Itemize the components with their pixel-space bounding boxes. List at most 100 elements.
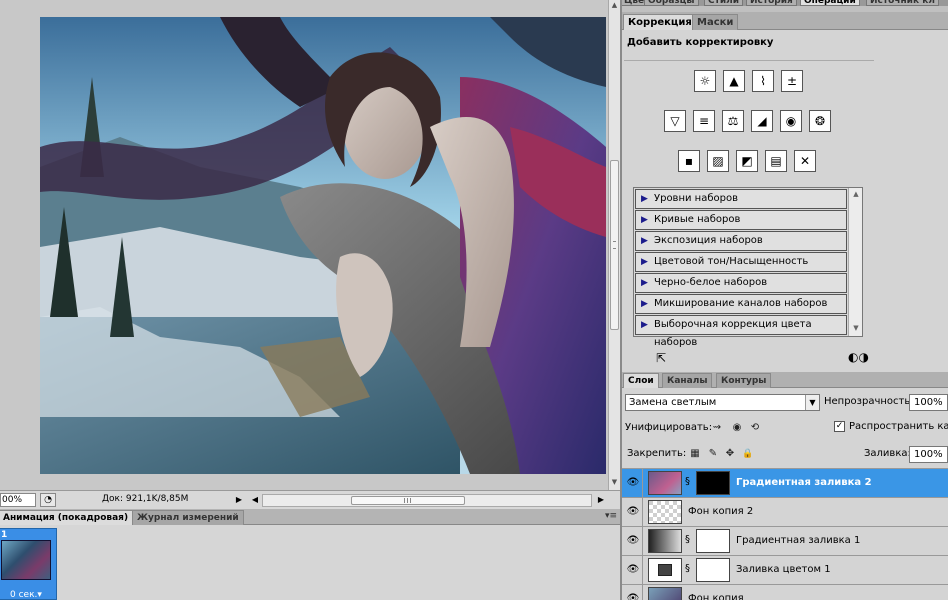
top-tab-2[interactable]: Стили xyxy=(704,0,744,6)
propagate-frame-checkbox[interactable]: ✓ xyxy=(834,421,845,432)
link-icon[interactable]: § xyxy=(685,534,690,545)
photo-filter-icon[interactable]: ◉ xyxy=(780,110,802,132)
scroll-down-arrow-icon[interactable]: ▼ xyxy=(609,477,620,488)
zoom-level-field[interactable]: 00% xyxy=(0,493,36,507)
brightness-icon[interactable]: ☼ xyxy=(694,70,716,92)
blend-mode-select[interactable]: Замена светлым ▼ xyxy=(625,394,820,411)
threshold-icon[interactable]: ◩ xyxy=(736,150,758,172)
preset-item[interactable]: ▶ Выборочная коррекция цвета наборов xyxy=(635,315,847,348)
selective-color-icon[interactable]: ✕ xyxy=(794,150,816,172)
scroll-left-arrow-icon[interactable]: ◀ xyxy=(250,494,260,506)
expand-triangle-icon[interactable]: ▶ xyxy=(641,295,648,313)
preset-item[interactable]: ▶Цветовой тон/Насыщенность наборов xyxy=(635,252,847,285)
tab-animation[interactable]: Анимация (покадровая) xyxy=(0,510,134,525)
eye-icon[interactable]: 👁 xyxy=(626,477,640,489)
document-horizontal-scrollbar[interactable]: III xyxy=(262,494,592,507)
scroll-up-arrow-icon[interactable]: ▲ xyxy=(849,190,863,198)
black-white-icon[interactable]: ◢ xyxy=(751,110,773,132)
layer-mask-thumbnail[interactable] xyxy=(696,529,730,553)
scroll-right-arrow-icon[interactable]: ▶ xyxy=(596,494,606,506)
preset-item[interactable]: ▶ Экспозиция наборов xyxy=(635,231,847,251)
unify-style-icon[interactable]: ⟲ xyxy=(748,421,762,435)
document-vertical-scrollbar[interactable]: ▲ ▼ xyxy=(608,0,620,490)
channel-mixer-icon[interactable]: ❂ xyxy=(809,110,831,132)
tab-masks[interactable]: Маски xyxy=(692,14,739,30)
fill-field[interactable]: 100% xyxy=(909,446,948,463)
layer-mask-thumbnail[interactable] xyxy=(696,471,730,495)
color-balance-icon[interactable]: ⚖ xyxy=(722,110,744,132)
top-tab-5[interactable]: Источник кл xyxy=(866,0,939,6)
tab-measurement-log[interactable]: Журнал измерений xyxy=(132,510,244,525)
curves-icon[interactable]: ⌇ xyxy=(752,70,774,92)
layer-thumbnail[interactable] xyxy=(648,558,682,582)
tab-adjustments[interactable]: Коррекция xyxy=(623,14,697,30)
unify-position-icon[interactable]: ⇝ xyxy=(710,421,724,435)
eye-icon[interactable]: 👁 xyxy=(626,593,640,600)
divider xyxy=(642,556,643,585)
lock-transparency-icon[interactable]: ▦ xyxy=(688,447,702,461)
animation-frame[interactable]: 1 0 сек.▾ xyxy=(0,528,57,600)
invert-icon[interactable]: ▪ xyxy=(678,150,700,172)
expand-triangle-icon[interactable]: ▶ xyxy=(641,253,648,271)
layer-name: Градиентная заливка 2 xyxy=(736,477,872,488)
lock-pixels-icon[interactable]: ✎ xyxy=(706,447,720,461)
eye-icon[interactable]: 👁 xyxy=(626,564,640,576)
link-icon[interactable]: § xyxy=(685,476,690,487)
expand-triangle-icon[interactable]: ▶ xyxy=(641,190,648,208)
posterize-icon[interactable]: ▨ xyxy=(707,150,729,172)
scroll-down-arrow-icon[interactable]: ▼ xyxy=(849,324,863,332)
layer-row[interactable]: 👁 Фон копия 2 xyxy=(622,497,948,527)
vibrance-icon[interactable]: ▽ xyxy=(664,110,686,132)
preset-item[interactable]: ▶ Микширование каналов наборов xyxy=(635,294,847,314)
layer-thumbnail[interactable] xyxy=(648,529,682,553)
clip-visibility-icon[interactable]: ◐◑ xyxy=(848,350,869,364)
layer-thumbnail[interactable] xyxy=(648,471,682,495)
layer-row[interactable]: 👁 § Градиентная заливка 2 xyxy=(622,468,948,498)
status-menu-arrow-icon[interactable]: ▶ xyxy=(234,494,244,506)
expand-triangle-icon[interactable]: ▶ xyxy=(641,211,648,229)
divider xyxy=(642,585,643,600)
horizontal-scroll-thumb[interactable]: III xyxy=(351,496,465,505)
layer-thumbnail[interactable] xyxy=(648,500,682,524)
tab-layers[interactable]: Слои xyxy=(623,373,659,388)
preset-item[interactable]: ▶ Черно-белое наборов xyxy=(635,273,847,293)
document-photo[interactable] xyxy=(40,17,606,474)
status-info-icon[interactable]: ◔ xyxy=(40,493,56,507)
hue-saturation-icon[interactable]: ≡ xyxy=(693,110,715,132)
return-to-list-icon[interactable]: ⇱ xyxy=(656,351,666,365)
tab-channels[interactable]: Каналы xyxy=(662,373,713,388)
document-canvas-area[interactable] xyxy=(0,0,608,490)
eye-icon[interactable]: 👁 xyxy=(626,506,640,518)
frame-delay[interactable]: 0 сек.▾ xyxy=(10,590,42,600)
expand-triangle-icon[interactable]: ▶ xyxy=(641,274,648,292)
chevron-down-icon[interactable]: ▼ xyxy=(805,395,819,410)
expand-triangle-icon[interactable]: ▶ xyxy=(641,232,648,250)
preset-item[interactable]: ▶ Уровни наборов xyxy=(635,189,847,209)
presets-scrollbar[interactable]: ▲ ▼ xyxy=(848,188,862,336)
link-icon[interactable]: § xyxy=(685,563,690,574)
eye-icon[interactable]: 👁 xyxy=(626,535,640,547)
layer-thumbnail[interactable] xyxy=(648,587,682,600)
layer-row[interactable]: 👁 Фон копия xyxy=(622,584,948,600)
panel-menu-icon[interactable]: ▾≡ xyxy=(605,511,617,521)
tab-paths[interactable]: Контуры xyxy=(716,373,772,388)
layer-mask-thumbnail[interactable] xyxy=(696,558,730,582)
layer-row[interactable]: 👁 § Заливка цветом 1 xyxy=(622,555,948,585)
unify-visibility-icon[interactable]: ◉ xyxy=(730,421,744,435)
gradient-map-icon[interactable]: ▤ xyxy=(765,150,787,172)
expand-triangle-icon[interactable]: ▶ xyxy=(641,316,648,334)
top-tab-1[interactable]: Образцы xyxy=(644,0,699,6)
animation-frames-area: 1 0 сек.▾ xyxy=(0,525,620,600)
levels-icon[interactable]: ▲ xyxy=(723,70,745,92)
layer-row[interactable]: 👁 § Градиентная заливка 1 xyxy=(622,526,948,556)
vertical-scroll-thumb[interactable] xyxy=(610,160,619,330)
top-tab-3[interactable]: История xyxy=(746,0,797,6)
scroll-up-arrow-icon[interactable]: ▲ xyxy=(609,0,620,11)
lock-all-icon[interactable]: 🔒 xyxy=(741,447,755,461)
preset-item[interactable]: ▶ Кривые наборов xyxy=(635,210,847,230)
top-tab-4[interactable]: Операции xyxy=(800,0,860,6)
lock-position-icon[interactable]: ✥ xyxy=(723,447,737,461)
document-status-bar: 00% ◔ Док: 921,1K/8,85M ▶ ◀ III ▶ xyxy=(0,490,620,509)
exposure-icon[interactable]: ± xyxy=(781,70,803,92)
opacity-field[interactable]: 100% xyxy=(909,394,948,411)
